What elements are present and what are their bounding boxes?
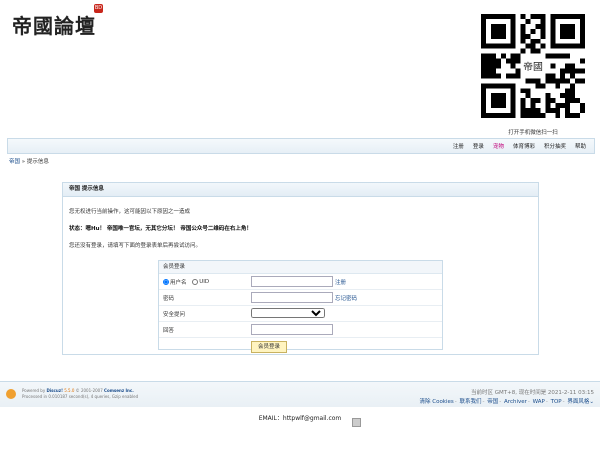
message-line-status: 状态：嗯Hu！ 帝国唯一官坛，无其它分坛！ 帝国公众号二维码在右上角！ (69, 226, 252, 232)
login-submit-button[interactable]: 会员登录 (251, 341, 287, 353)
nav-register[interactable]: 注册 (453, 142, 464, 150)
logo-badge: BD (94, 4, 103, 13)
login-row-answer: 回答 (159, 322, 442, 338)
login-row-submit: 会员登录 (159, 338, 442, 353)
footer-archiver[interactable]: Archiver (504, 399, 527, 405)
nav-login[interactable]: 登录 (473, 142, 484, 150)
footer-style-select[interactable]: 界面风格⌄ (567, 399, 594, 405)
answer-input[interactable] (251, 324, 333, 335)
register-link[interactable]: 注册 (335, 278, 346, 286)
login-form: 会员登录 用户名 UID 注册 密码 忘记密码 安全提问 回答 会员登录 (158, 260, 443, 353)
login-row-username: 用户名 UID 注册 (159, 274, 442, 290)
qr-caption: 打开手机微信扫一扫 (508, 130, 558, 136)
radio-username[interactable]: 用户名 (163, 278, 187, 286)
nav-pets[interactable]: 宠物 (493, 142, 504, 150)
footer-processed: Processed in 0.010187 second(s), 4 queri… (22, 394, 139, 399)
security-question-label: 安全提问 (163, 312, 186, 318)
discuz-logo-icon (6, 389, 16, 399)
footer-top[interactable]: TOP (551, 399, 562, 405)
breadcrumb-home[interactable]: 帝国 (9, 159, 20, 165)
message-line-login-hint: 您还没有登录，请填写下面的登录表单后再尝试访问。 (69, 243, 202, 249)
discuz-link[interactable]: Discuz! (46, 388, 62, 393)
breadcrumb-current: 提示信息 (26, 159, 49, 165)
site-logo[interactable]: 帝國論壇 (12, 10, 96, 39)
footer-clear-cookies[interactable]: 清除 Cookies (419, 399, 453, 405)
chevron-down-icon: ⌄ (589, 399, 594, 405)
message-box: 帝国 提示信息 您无权进行当前操作，这可能因以下原因之一造成 状态：嗯Hu！ 帝… (62, 182, 539, 355)
password-input[interactable] (251, 292, 333, 303)
nav-sports-betting[interactable]: 体育博彩 (513, 142, 535, 150)
answer-label: 回答 (163, 328, 175, 334)
radio-uid[interactable]: UID (192, 279, 209, 285)
qr-center-logo: 帝國 (523, 60, 543, 73)
footer-email: EMAIL：httpwlf@gmail.com (258, 415, 342, 422)
login-row-password: 密码 忘记密码 (159, 290, 442, 306)
footer-powered: Powered by Discuz! 5.5.0 © 2001-2007 Com… (22, 388, 139, 399)
login-form-title: 会员登录 (159, 261, 442, 274)
password-label: 密码 (163, 296, 175, 302)
nav-help[interactable]: 帮助 (575, 142, 586, 150)
breadcrumb: 帝国 » 提示信息 (9, 157, 49, 165)
comsenz-link[interactable]: Comsenz Inc. (104, 388, 134, 393)
wechat-qr-code: 帝國 (481, 14, 585, 118)
footer-contact[interactable]: 联系我们 (460, 399, 482, 405)
forgot-password-link[interactable]: 忘记密码 (335, 294, 357, 302)
footer-timezone: 当前时区 GMT+8, 现在时间是 2021-2-11 03:15 (470, 390, 594, 396)
logo-text: 帝國論壇 (12, 14, 96, 38)
footer-home[interactable]: 帝国 (487, 399, 498, 405)
message-title: 帝国 提示信息 (63, 183, 538, 197)
footer: Powered by Discuz! 5.5.0 © 2001-2007 Com… (0, 381, 600, 407)
footer-links: 清除 Cookies- 联系我们- 帝国- Archiver- WAP- TOP… (419, 399, 594, 405)
nav-lottery[interactable]: 积分抽奖 (544, 142, 566, 150)
footer-wap[interactable]: WAP (533, 399, 545, 405)
login-row-question: 安全提问 (159, 306, 442, 322)
security-question-select[interactable] (251, 308, 325, 318)
breadcrumb-sep: » (21, 159, 26, 165)
message-line-reason: 您无权进行当前操作，这可能因以下原因之一造成 (69, 209, 191, 215)
username-input[interactable] (251, 276, 333, 287)
stat-counter-icon (352, 418, 361, 427)
top-nav-bar: 注册 登录 宠物 体育博彩 积分抽奖 帮助 (7, 138, 595, 154)
